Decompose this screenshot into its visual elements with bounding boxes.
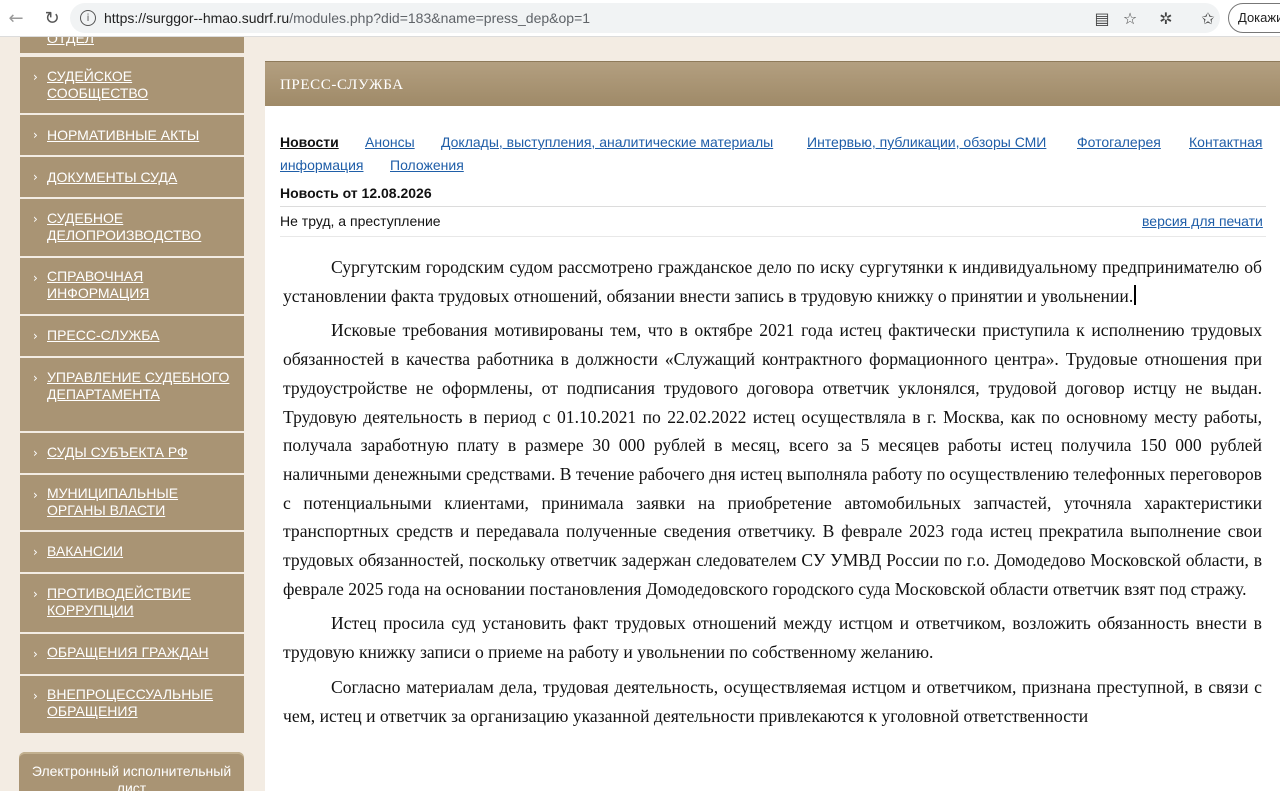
chevron-right-icon: › [33,170,38,184]
sidebar-item-reference-info[interactable]: › СПРАВОЧНАЯ ИНФОРМАЦИЯ [20,258,244,314]
article-paragraph: Исковые требования мотивированы тем, что… [283,320,1262,599]
sidebar-item-normative-acts[interactable]: › НОРМАТИВНЫЕ АКТЫ [20,115,244,155]
sidebar-item-label: ПРЕСС-СЛУЖБА [47,327,160,343]
chevron-right-icon: › [33,647,38,661]
tab-contact-info-cont[interactable]: информация [280,152,363,178]
sidebar-item-extraprocedural-appeals[interactable]: › ВНЕПРОЦЕССУАЛЬНЫЕ ОБРАЩЕНИЯ [20,676,244,733]
sidebar-item-label: ПРОТИВОДЕЙСТВИЕ КОРРУПЦИИ [47,585,191,618]
exec-writ-label: Электронный исполнительный лист [31,763,232,791]
reload-icon[interactable]: ↻ [39,5,65,31]
favorites-icon[interactable]: ✩ [1198,8,1218,28]
back-arrow-icon[interactable]: ← [3,5,29,31]
sidebar-item-partial[interactable]: ОТДЕЛ [20,37,244,53]
article-paragraph: Истец просила суд установить факт трудов… [283,613,1262,663]
sidebar-item-vacancies[interactable]: › ВАКАНСИИ [20,532,244,572]
sidebar-item-municipal-authorities[interactable]: › МУНИЦИПАЛЬНЫЕ ОРГАНЫ ВЛАСТИ [20,475,244,530]
sidebar-item-anti-corruption[interactable]: › ПРОТИВОДЕЙСТВИЕ КОРРУПЦИИ [20,574,244,632]
prove-button[interactable]: Докажи [1228,3,1280,33]
sidebar-item-label: МУНИЦИПАЛЬНЫЕ ОРГАНЫ ВЛАСТИ [47,485,179,518]
sidebar-item-subject-courts[interactable]: › СУДЫ СУБЪЕКТА РФ [20,433,244,473]
exec-writ-banner[interactable]: Электронный исполнительный лист [19,752,244,791]
sidebar-item-label: ВАКАНСИИ [47,543,124,559]
sidebar-item-label: ОТДЕЛ [47,37,94,46]
sidebar-item-label: ОБРАЩЕНИЯ ГРАЖДАН [47,644,209,660]
chevron-right-icon: › [33,488,38,502]
address-bar[interactable]: i https://surggor--hmao.sudrf.ru/modules… [70,3,1220,33]
tab-photogallery[interactable]: Фотогалерея [1077,129,1161,155]
sidebar-item-label: УПРАВЛЕНИЕ СУДЕБНОГО ДЕПАРТАМЕНТА [47,369,230,402]
divider [280,236,1266,237]
sidebar-item-label: ДОКУМЕНТЫ СУДА [47,169,178,185]
chevron-right-icon: › [33,329,38,343]
sidebar-item-judicial-community[interactable]: › СУДЕЙСКОЕ СООБЩЕСТВО [20,57,244,113]
sidebar-item-press-service[interactable]: › ПРЕСС-СЛУЖБА [20,316,244,356]
chevron-right-icon: › [33,446,38,460]
chevron-right-icon: › [33,587,38,601]
news-date: Новость от 12.08.2026 [280,185,432,201]
news-title: Не труд, а преступление [280,213,441,229]
chevron-right-icon: › [33,128,38,142]
chevron-right-icon: › [33,70,38,84]
tab-reports[interactable]: Доклады, выступления, аналитические мате… [441,129,773,155]
sidebar-item-label: СПРАВОЧНАЯ ИНФОРМАЦИЯ [47,268,150,301]
sidebar-item-label: СУДЕЙСКОЕ СООБЩЕСТВО [47,68,149,101]
divider [280,206,1266,207]
sidebar-item-label: СУДЫ СУБЪЕКТА РФ [47,444,188,460]
section-title: ПРЕСС-СЛУЖБА [280,77,404,93]
print-version-link[interactable]: версия для печати [1142,213,1263,229]
tab-interviews[interactable]: Интервью, публикации, обзоры СМИ [807,129,1046,155]
paragraph-text: Сургутским городским судом рассмотрено г… [283,257,1262,306]
star-icon[interactable]: ☆ [1120,8,1140,28]
text-cursor [1134,284,1136,305]
url-path: /modules.php?did=183&name=press_dep&op=1 [289,10,591,26]
section-header: ПРЕСС-СЛУЖБА [265,61,1280,106]
article-paragraph: Согласно материалам дела, трудовая деяте… [283,676,1262,726]
browser-toolbar: ← ↻ i https://surggor--hmao.sudrf.ru/mod… [0,0,1280,37]
sidebar-item-label: СУДЕБНОЕ ДЕЛОПРОИЗВОДСТВО [47,210,202,243]
sidebar-item-court-documents[interactable]: › ДОКУМЕНТЫ СУДА [20,157,244,197]
extensions-icon[interactable]: ✲ [1156,8,1176,28]
tab-regulations[interactable]: Положения [390,152,464,178]
url-text[interactable]: https://surggor--hmao.sudrf.ru/modules.p… [104,10,590,26]
sidebar-item-records-management[interactable]: › СУДЕБНОЕ ДЕЛОПРОИЗВОДСТВО [20,199,244,256]
sidebar-item-label: ВНЕПРОЦЕССУАЛЬНЫЕ ОБРАЩЕНИЯ [47,686,214,719]
sidebar-item-citizen-appeals[interactable]: › ОБРАЩЕНИЯ ГРАЖДАН [20,634,244,674]
chevron-right-icon: › [33,371,38,385]
chevron-right-icon: › [33,545,38,559]
article-paragraph: Сургутским городским судом рассмотрено г… [283,253,1262,310]
chevron-right-icon: › [33,271,38,285]
article-body: Сургутским городским судом рассмотрено г… [283,253,1262,736]
url-host: https://surggor--hmao.sudrf.ru [104,10,290,26]
sidebar-item-judicial-department[interactable]: › УПРАВЛЕНИЕ СУДЕБНОГО ДЕПАРТАМЕНТА [20,358,244,431]
sidebar-item-label: НОРМАТИВНЫЕ АКТЫ [47,127,200,143]
chevron-right-icon: › [33,689,38,703]
site-info-icon[interactable]: i [80,10,96,26]
reader-mode-icon[interactable]: ▤ [1092,8,1112,28]
tab-contact-info[interactable]: Контактная [1189,129,1263,155]
chevron-right-icon: › [33,212,38,226]
